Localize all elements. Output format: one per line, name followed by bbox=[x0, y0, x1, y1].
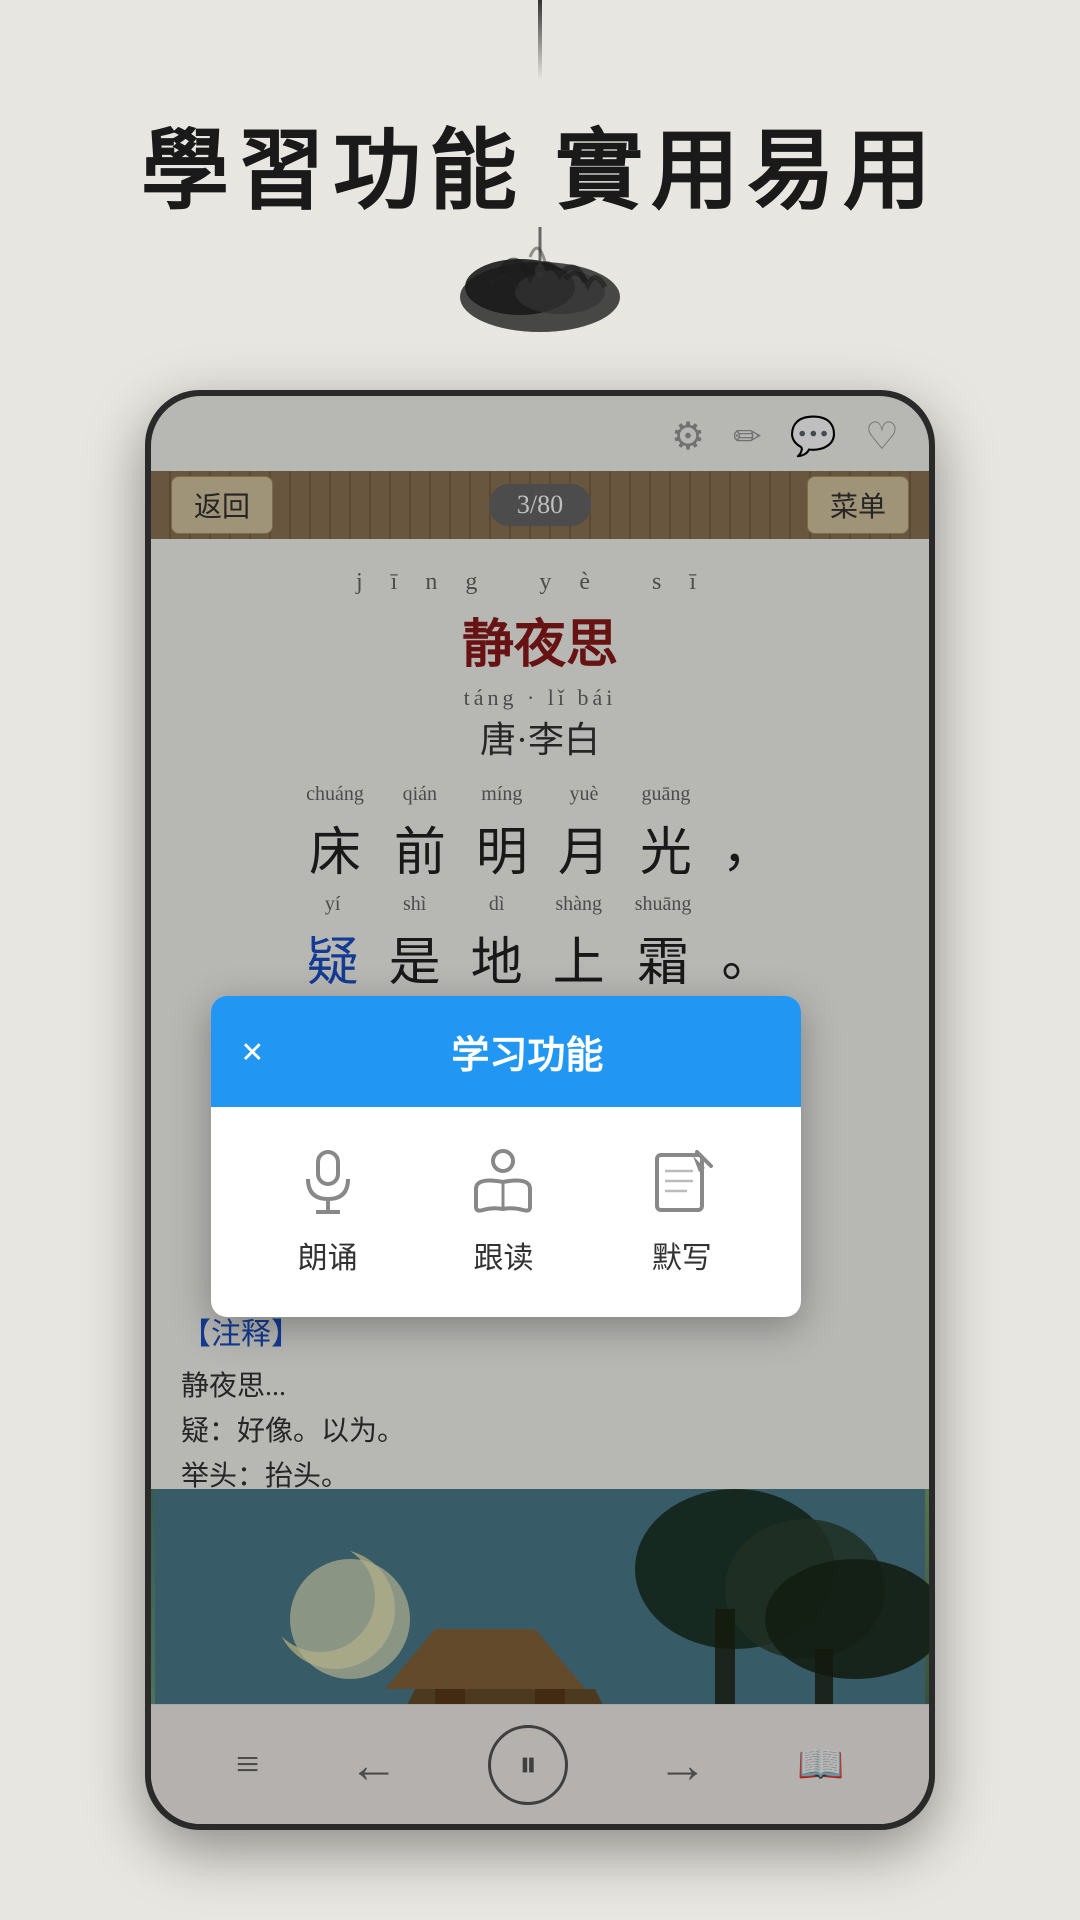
feature-dictation[interactable]: 默写 bbox=[649, 1147, 714, 1277]
follow-read-label: 跟读 bbox=[473, 1233, 533, 1277]
phone-mockup: ⚙ ✏ 💬 ♡ 返回 3/80 菜单 jīng yè sī 静夜思 táng ·… bbox=[145, 390, 935, 1830]
reading-icon bbox=[471, 1147, 536, 1217]
phone-screen: ⚙ ✏ 💬 ♡ 返回 3/80 菜单 jīng yè sī 静夜思 táng ·… bbox=[151, 396, 929, 1824]
ink-decoration bbox=[430, 227, 650, 337]
dictation-label: 默写 bbox=[652, 1233, 712, 1277]
microphone-icon bbox=[298, 1147, 358, 1217]
app-tagline: 學習功能 實用易用 bbox=[141, 100, 939, 227]
writing-icon bbox=[649, 1147, 714, 1217]
dialog-overlay: × 学习功能 朗诵 bbox=[151, 396, 929, 1824]
recitation-label: 朗诵 bbox=[298, 1233, 358, 1277]
top-decorative-area: 學習功能 實用易用 bbox=[0, 0, 1080, 390]
dialog-close-button[interactable]: × bbox=[241, 1028, 264, 1075]
learning-features-dialog: × 学习功能 朗诵 bbox=[211, 996, 801, 1317]
dialog-body: 朗诵 跟读 bbox=[211, 1107, 801, 1317]
feature-recitation[interactable]: 朗诵 bbox=[298, 1147, 358, 1277]
dialog-header: × 学习功能 bbox=[211, 996, 801, 1107]
feature-follow-read[interactable]: 跟读 bbox=[471, 1147, 536, 1277]
dialog-title: 学习功能 bbox=[284, 1024, 771, 1079]
